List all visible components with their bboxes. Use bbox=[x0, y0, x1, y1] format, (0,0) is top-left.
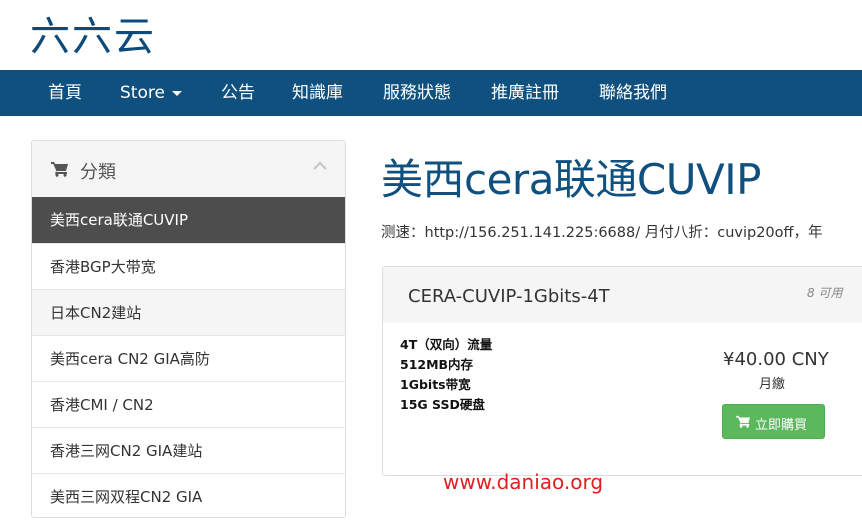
feature-traffic: 4T（双向）流量 bbox=[400, 337, 493, 352]
sidebar-item-jp-cn2[interactable]: 日本CN2建站 bbox=[32, 289, 345, 335]
billing-cycle: 月繳 bbox=[759, 377, 786, 392]
main-navbar: 首頁 Store 公告 知識庫 服務狀態 推廣註冊 聯絡我們 bbox=[0, 70, 862, 116]
sidebar-title: 分類 bbox=[80, 162, 116, 183]
nav-home-label: 首頁 bbox=[48, 83, 82, 103]
nav-contact[interactable]: 聯絡我們 bbox=[599, 70, 667, 116]
order-now-button[interactable]: 立即購買 bbox=[722, 404, 825, 439]
nav-server-status[interactable]: 服務狀態 bbox=[383, 70, 451, 116]
nav-announcements-label: 公告 bbox=[221, 83, 255, 103]
shopping-cart-icon bbox=[736, 415, 751, 432]
sidebar-item-hk-cmi-cn2[interactable]: 香港CMI / CN2 bbox=[32, 381, 345, 427]
feature-disk: 15G SSD硬盘 bbox=[400, 397, 485, 412]
page-title: 美西cera联通CUVIP bbox=[381, 155, 761, 204]
sidebar-item-us-cera-cn2-gia[interactable]: 美西cera CN2 GIA高防 bbox=[32, 335, 345, 381]
nav-knowledgebase-label: 知識庫 bbox=[292, 83, 343, 103]
nav-store-label: Store bbox=[120, 83, 165, 103]
nav-store[interactable]: Store bbox=[120, 70, 182, 116]
product-header: CERA-CUVIP-1Gbits-4T 8 可用 bbox=[383, 267, 862, 323]
caret-down-icon bbox=[171, 90, 182, 96]
category-description: 测速：http://156.251.141.225:6688/ 月付八折：cuv… bbox=[381, 225, 823, 241]
shopping-cart-icon bbox=[51, 161, 69, 181]
sidebar-header[interactable]: 分類 bbox=[32, 141, 345, 197]
sidebar-item-hk-bgp[interactable]: 香港BGP大带宽 bbox=[32, 243, 345, 289]
availability-badge: 8 可用 bbox=[807, 286, 843, 300]
nav-contact-label: 聯絡我們 bbox=[599, 83, 667, 103]
order-now-label: 立即購買 bbox=[755, 418, 808, 433]
product-card: CERA-CUVIP-1Gbits-4T 8 可用 4T（双向）流量 512MB… bbox=[382, 266, 862, 476]
nav-affiliates-label: 推廣註冊 bbox=[491, 83, 559, 103]
product-price: ¥40.00 CNY bbox=[723, 349, 829, 370]
nav-knowledgebase[interactable]: 知識庫 bbox=[292, 70, 343, 116]
sidebar-item-us-cera-cuvip[interactable]: 美西cera联通CUVIP bbox=[32, 197, 345, 243]
category-sidebar: 分類 美西cera联通CUVIP 香港BGP大带宽 日本CN2建站 美西cera… bbox=[31, 140, 346, 518]
watermark-text: www.daniao.org bbox=[443, 470, 604, 494]
nav-home[interactable]: 首頁 bbox=[48, 70, 82, 116]
chevron-up-icon[interactable] bbox=[312, 157, 328, 176]
nav-affiliates[interactable]: 推廣註冊 bbox=[491, 70, 559, 116]
nav-announcements[interactable]: 公告 bbox=[221, 70, 255, 116]
product-name: CERA-CUVIP-1Gbits-4T bbox=[408, 286, 610, 307]
nav-server-status-label: 服務狀態 bbox=[383, 83, 451, 103]
sidebar-item-hk-three-net-cn2-gia[interactable]: 香港三网CN2 GIA建站 bbox=[32, 427, 345, 473]
sidebar-item-us-three-net-cn2-gia[interactable]: 美西三网双程CN2 GIA bbox=[32, 473, 345, 517]
feature-memory: 512MB内存 bbox=[400, 357, 474, 372]
feature-bandwidth: 1Gbits带宽 bbox=[400, 377, 471, 392]
site-logo[interactable]: 六六云 bbox=[30, 4, 156, 62]
